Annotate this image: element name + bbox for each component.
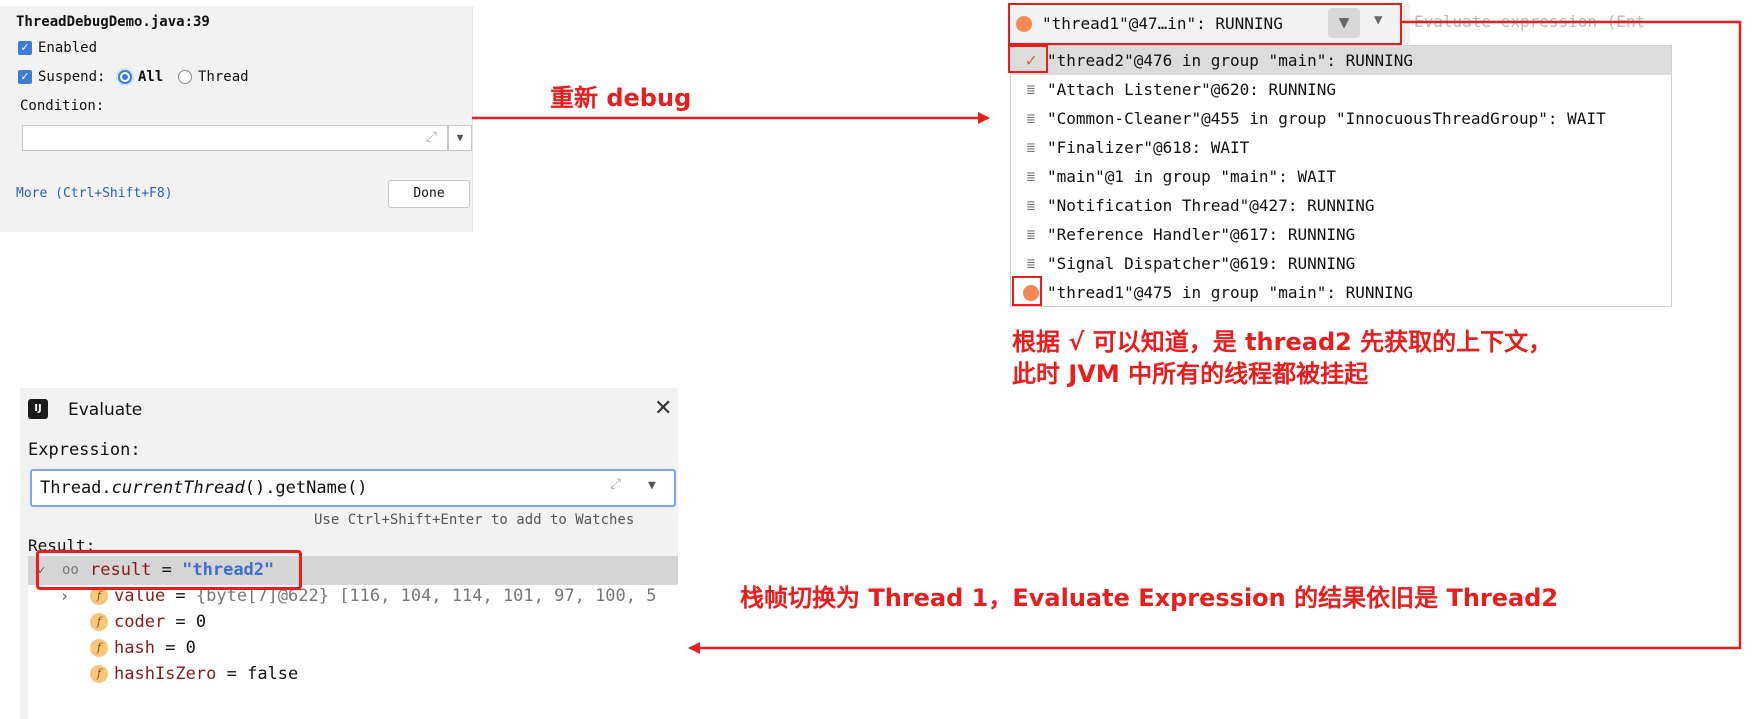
- switch-arrow: [688, 20, 1742, 654]
- annotation-arrows: [472, 20, 1742, 654]
